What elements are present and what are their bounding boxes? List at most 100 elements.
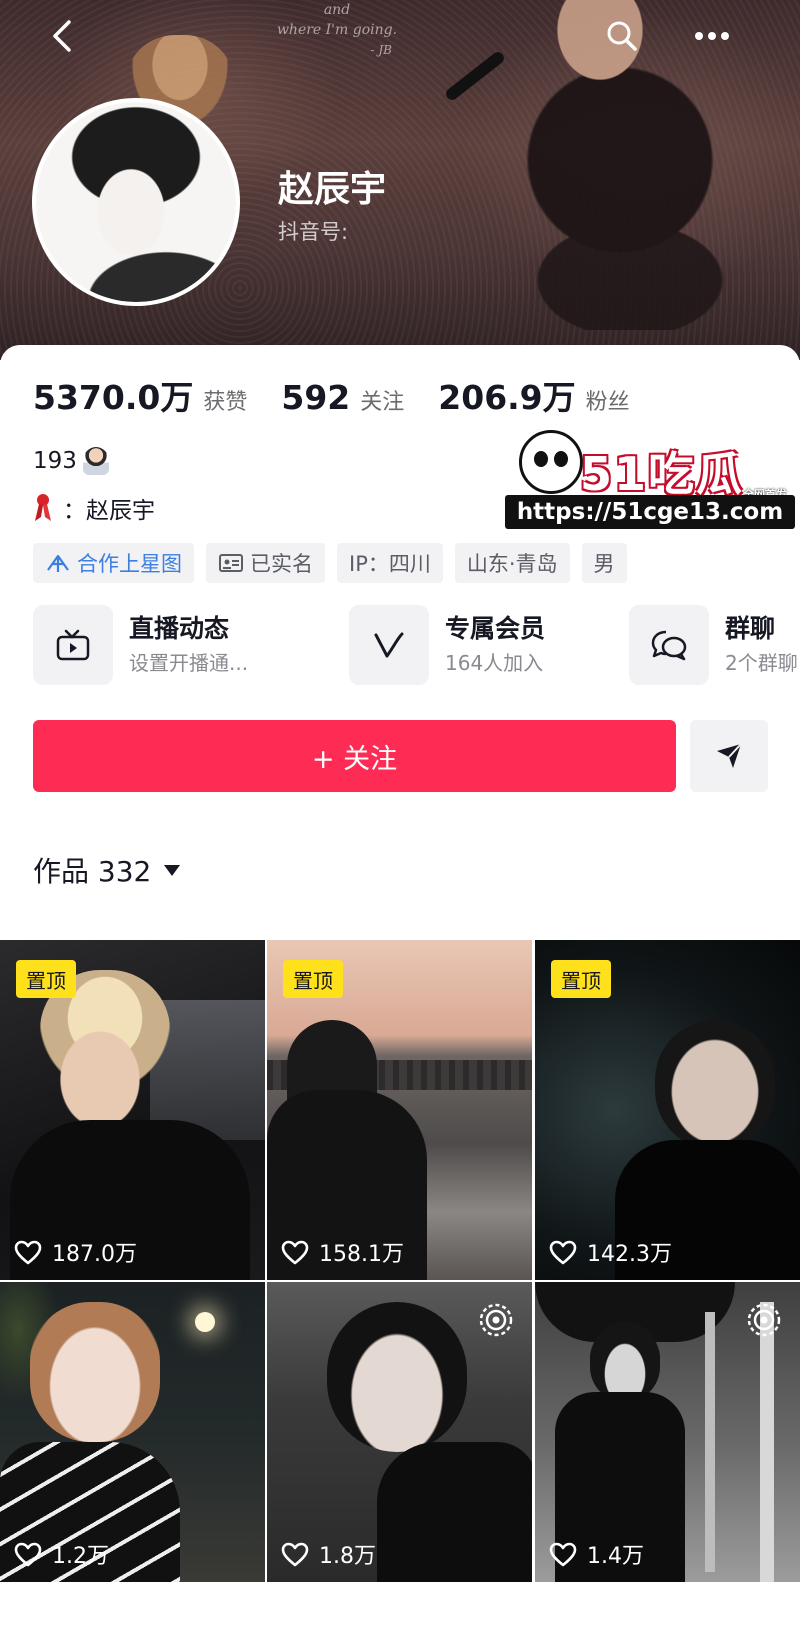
tag-gender-label: 男	[593, 552, 615, 576]
video-thumbnail[interactable]: 1.8万	[267, 1282, 532, 1582]
works-tab-label: 作品 332	[33, 855, 152, 888]
red-ribbon-icon	[35, 494, 51, 521]
stat-likes-label: 获赞	[203, 390, 248, 415]
douyin-id: 抖音号:	[278, 220, 349, 244]
feature-live-title: 直播动态	[129, 614, 230, 643]
feature-membership[interactable]: 专属会员 164人加入	[349, 605, 545, 685]
heart-icon	[14, 1542, 42, 1566]
like-count-value: 1.4万	[587, 1544, 644, 1569]
like-count-value: 1.2万	[52, 1544, 109, 1569]
v-icon	[374, 632, 404, 658]
like-count-value: 142.3万	[587, 1242, 672, 1267]
like-count-value: 158.1万	[319, 1242, 404, 1267]
tags-row: 合作上星图 已实名 IP：四川 山东·青岛 男	[33, 543, 639, 583]
quote-line-2: where I'm going.	[276, 22, 398, 38]
works-tab[interactable]: 作品 332	[33, 850, 181, 890]
video-thumbnail[interactable]: 1.4万	[535, 1282, 800, 1582]
street-lamp	[195, 1312, 215, 1332]
feature-group-chat[interactable]: 群聊 2个群聊	[629, 605, 798, 685]
heart-icon	[281, 1542, 309, 1566]
stat-followers-value: 206.9万	[438, 378, 576, 417]
watermark: 51吃瓜 全网首发 https://51cge13.com	[505, 430, 795, 530]
id-card-icon	[219, 554, 243, 572]
feature-group-chat-subtitle: 2个群聊	[725, 651, 798, 675]
username: 赵辰宇	[278, 169, 387, 210]
feature-row: 直播动态 设置开播通... 专属会员 164人加入 群聊 2个群聊	[33, 605, 800, 685]
profile-panel: 5370.0万 获赞 592 关注 206.9万 粉丝 193 ：赵辰宇 合作上…	[0, 345, 800, 1625]
tag-ip: IP：四川	[337, 543, 443, 583]
avatar[interactable]	[32, 98, 240, 306]
live-ring-icon	[479, 1303, 513, 1337]
search-button[interactable]	[600, 14, 644, 58]
person-face	[590, 1322, 660, 1402]
heart-icon	[14, 1240, 42, 1264]
panda-mascot-icon	[519, 430, 583, 494]
more-button[interactable]	[690, 14, 734, 58]
star-map-icon	[47, 554, 69, 572]
follow-button-label: + 关注	[311, 743, 398, 775]
stats-row: 5370.0万 获赞 592 关注 206.9万 粉丝	[33, 371, 664, 419]
video-thumbnail[interactable]: 1.2万	[0, 1282, 265, 1582]
pinned-badge: 置顶	[16, 960, 76, 998]
chat-bubble-icon	[651, 630, 687, 661]
stat-following-label: 关注	[360, 390, 405, 415]
quote-signature: - JB	[370, 43, 393, 57]
feature-membership-subtitle: 164人加入	[445, 651, 544, 675]
heart-icon	[549, 1542, 577, 1566]
like-count: 1.8万	[281, 1538, 376, 1570]
person-face	[655, 1020, 775, 1150]
like-count-value: 187.0万	[52, 1242, 137, 1267]
like-count: 1.4万	[549, 1538, 644, 1570]
tag-star-map[interactable]: 合作上星图	[33, 543, 194, 583]
feature-live[interactable]: 直播动态 设置开播通...	[33, 605, 248, 685]
stat-following[interactable]: 592 关注	[281, 378, 404, 417]
feature-group-chat-icon-box	[629, 605, 709, 685]
paper-plane-icon	[717, 743, 742, 768]
tree-trunk	[760, 1302, 774, 1582]
tree-trunk	[705, 1312, 715, 1572]
tag-verified[interactable]: 已实名	[206, 543, 325, 583]
person-body	[377, 1442, 532, 1582]
tag-location: 山东·青岛	[454, 543, 570, 583]
stat-followers-label: 粉丝	[585, 390, 630, 415]
heart-icon	[281, 1240, 309, 1264]
back-button[interactable]	[40, 14, 84, 58]
feature-membership-title: 专属会员	[445, 614, 546, 643]
like-count: 158.1万	[281, 1236, 404, 1268]
tag-location-label: 山东·青岛	[466, 552, 558, 576]
tv-icon	[56, 629, 90, 661]
bio-name: ：赵辰宇	[63, 498, 155, 524]
pinned-badge: 置顶	[283, 960, 343, 998]
follow-button[interactable]: + 关注	[33, 720, 676, 792]
stat-likes: 5370.0万 获赞	[33, 371, 247, 419]
feature-live-icon-box	[33, 605, 113, 685]
stat-following-value: 592	[281, 378, 351, 417]
bio-line-2: ：赵辰宇	[33, 491, 155, 525]
heart-icon	[549, 1240, 577, 1264]
stat-followers[interactable]: 206.9万 粉丝	[438, 371, 629, 419]
caret-down-icon	[164, 865, 181, 876]
live-ring-icon	[747, 1303, 781, 1337]
video-thumbnail[interactable]: 置顶 158.1万	[267, 940, 532, 1280]
video-thumbnail[interactable]: 置顶 142.3万	[535, 940, 800, 1280]
video-thumbnail[interactable]: 置顶 187.0万	[0, 940, 265, 1280]
feature-live-subtitle: 设置开播通...	[129, 651, 249, 675]
bio-height: 193	[33, 448, 77, 474]
pinned-badge: 置顶	[551, 960, 611, 998]
bio-line-1: 193	[33, 447, 109, 475]
avatar-illustration	[36, 102, 236, 302]
like-count: 187.0万	[14, 1236, 137, 1268]
banner-quote: and where I'm going. - JB	[262, 0, 412, 60]
person-face	[30, 1302, 160, 1442]
person-emoji-icon	[82, 447, 109, 475]
like-count-value: 1.8万	[319, 1544, 376, 1569]
search-icon	[607, 21, 637, 51]
tag-verified-label: 已实名	[250, 552, 313, 576]
like-count: 1.2万	[14, 1538, 109, 1570]
quote-line-1: and	[323, 2, 351, 18]
send-message-button[interactable]	[690, 720, 768, 792]
person-face	[327, 1302, 467, 1452]
like-count: 142.3万	[549, 1236, 672, 1268]
watermark-url: https://51cge13.com	[505, 495, 795, 529]
stat-likes-value: 5370.0万	[33, 378, 194, 417]
